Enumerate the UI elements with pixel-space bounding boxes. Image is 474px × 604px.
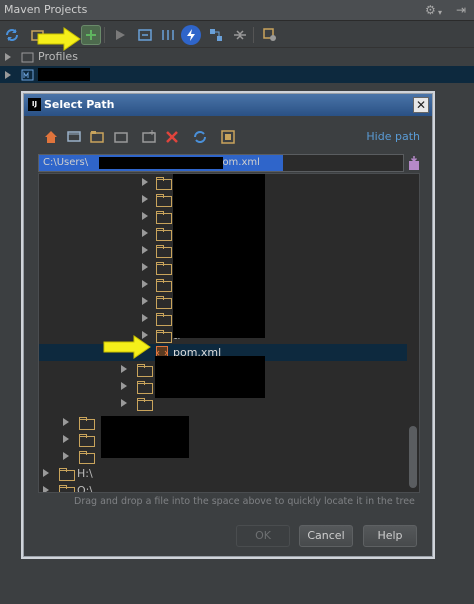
file-tree[interactable]: p p p p t s f xyxy=(38,173,420,493)
tree-row[interactable] xyxy=(39,431,407,448)
expand-arrow-icon[interactable] xyxy=(142,246,148,254)
expand-arrow-icon[interactable] xyxy=(142,212,148,220)
tree-row-drive-h[interactable]: H:\ xyxy=(39,465,407,482)
annotation-arrow-icon xyxy=(103,335,151,359)
redacted-folder-names xyxy=(173,174,265,338)
help-button[interactable]: Help xyxy=(363,525,417,547)
expand-arrow-icon[interactable] xyxy=(142,195,148,203)
refresh-icon[interactable] xyxy=(2,25,22,45)
run-icon[interactable] xyxy=(110,25,130,45)
drive-icon xyxy=(59,485,75,492)
drag-drop-hint: Drag and drop a file into the space abov… xyxy=(74,496,415,507)
drive-label: H:\ xyxy=(77,467,93,480)
folder-icon xyxy=(156,228,172,241)
maven-projects-tree: Profiles xyxy=(0,48,474,88)
redacted-folder-names xyxy=(101,416,189,458)
maven-module-icon xyxy=(21,69,34,80)
folder-icon xyxy=(156,245,172,258)
redacted-project-name xyxy=(38,68,90,81)
profiles-label: Profiles xyxy=(38,50,78,63)
execute-goal-icon[interactable] xyxy=(135,25,155,45)
dialog-title-bar[interactable]: IJ Select Path ✕ xyxy=(24,94,432,116)
expand-arrow-icon[interactable] xyxy=(5,52,11,61)
path-input[interactable]: C:\Users\ pom.xml xyxy=(38,154,404,172)
drive-icon xyxy=(59,468,75,481)
hide-path-link[interactable]: Hide path xyxy=(366,130,420,143)
project-node[interactable] xyxy=(0,66,474,83)
new-folder-icon[interactable] xyxy=(140,128,158,146)
project-icon[interactable] xyxy=(88,128,106,146)
intellij-logo-icon: IJ xyxy=(28,98,41,111)
folder-icon xyxy=(137,364,153,377)
chevron-down-icon[interactable]: ▾ xyxy=(438,6,442,20)
tree-row-drive-q[interactable]: Q:\ xyxy=(39,482,407,493)
tree-row[interactable] xyxy=(39,414,407,431)
folder-icon xyxy=(156,296,172,309)
tree-scrollbar[interactable] xyxy=(409,176,417,490)
expand-arrow-icon[interactable] xyxy=(43,469,49,477)
show-dependencies-icon[interactable] xyxy=(206,25,226,45)
home-icon[interactable] xyxy=(42,128,60,146)
show-hidden-icon[interactable] xyxy=(219,128,237,146)
folder-icon xyxy=(79,417,95,430)
expand-arrow-icon[interactable] xyxy=(121,365,127,373)
add-maven-project-button[interactable] xyxy=(81,25,101,45)
expand-arrow-icon[interactable] xyxy=(142,178,148,186)
folder-icon xyxy=(156,330,172,343)
delete-icon[interactable] xyxy=(163,128,181,146)
redacted-path-segment xyxy=(99,157,223,169)
expand-arrow-icon[interactable] xyxy=(142,280,148,288)
gear-icon[interactable]: ⚙ xyxy=(425,3,436,17)
tool-window-header: Maven Projects ⚙ ▾ ⇥ xyxy=(0,0,474,21)
expand-arrow-icon[interactable] xyxy=(63,452,69,460)
folder-icon xyxy=(156,177,172,190)
module-icon[interactable] xyxy=(112,128,130,146)
profiles-icon xyxy=(21,52,34,62)
hide-icon[interactable]: ⇥ xyxy=(456,3,466,17)
tool-window-title: Maven Projects xyxy=(4,3,88,16)
drive-label: Q:\ xyxy=(77,484,94,493)
cancel-button[interactable]: Cancel xyxy=(299,525,353,547)
toggle-offline-icon[interactable] xyxy=(158,25,178,45)
tree-row[interactable] xyxy=(39,448,407,465)
folder-icon xyxy=(79,451,95,464)
folder-icon xyxy=(137,398,153,411)
expand-arrow-icon[interactable] xyxy=(142,263,148,271)
redacted-folder-names xyxy=(155,356,265,398)
folder-icon xyxy=(156,313,172,326)
expand-arrow-icon[interactable] xyxy=(43,486,49,492)
folder-icon xyxy=(156,279,172,292)
skip-tests-icon[interactable] xyxy=(181,25,201,45)
scrollbar-thumb[interactable] xyxy=(409,426,417,488)
folder-icon xyxy=(137,381,153,394)
collapse-icon[interactable] xyxy=(230,25,250,45)
config-icon[interactable] xyxy=(260,25,280,45)
expand-arrow-icon[interactable] xyxy=(63,435,69,443)
profiles-node[interactable]: Profiles xyxy=(0,48,474,65)
expand-arrow-icon[interactable] xyxy=(142,229,148,237)
folder-icon xyxy=(156,262,172,275)
history-icon[interactable] xyxy=(407,154,421,172)
folder-icon xyxy=(156,194,172,207)
close-button[interactable]: ✕ xyxy=(413,97,429,113)
expand-arrow-icon[interactable] xyxy=(142,314,148,322)
select-path-dialog: IJ Select Path ✕ Hide path C:\Users\ pom… xyxy=(23,93,433,557)
desktop-icon[interactable] xyxy=(65,128,83,146)
refresh-icon[interactable] xyxy=(191,128,209,146)
expand-arrow-icon[interactable] xyxy=(121,399,127,407)
expand-arrow-icon[interactable] xyxy=(63,418,69,426)
expand-arrow-icon[interactable] xyxy=(142,297,148,305)
expand-arrow-icon[interactable] xyxy=(5,70,11,79)
expand-arrow-icon[interactable] xyxy=(121,382,127,390)
ok-button[interactable]: OK xyxy=(236,525,290,547)
folder-icon xyxy=(156,211,172,224)
dialog-title: Select Path xyxy=(44,98,115,111)
dialog-toolbar: Hide path xyxy=(38,126,420,148)
folder-icon xyxy=(79,434,95,447)
